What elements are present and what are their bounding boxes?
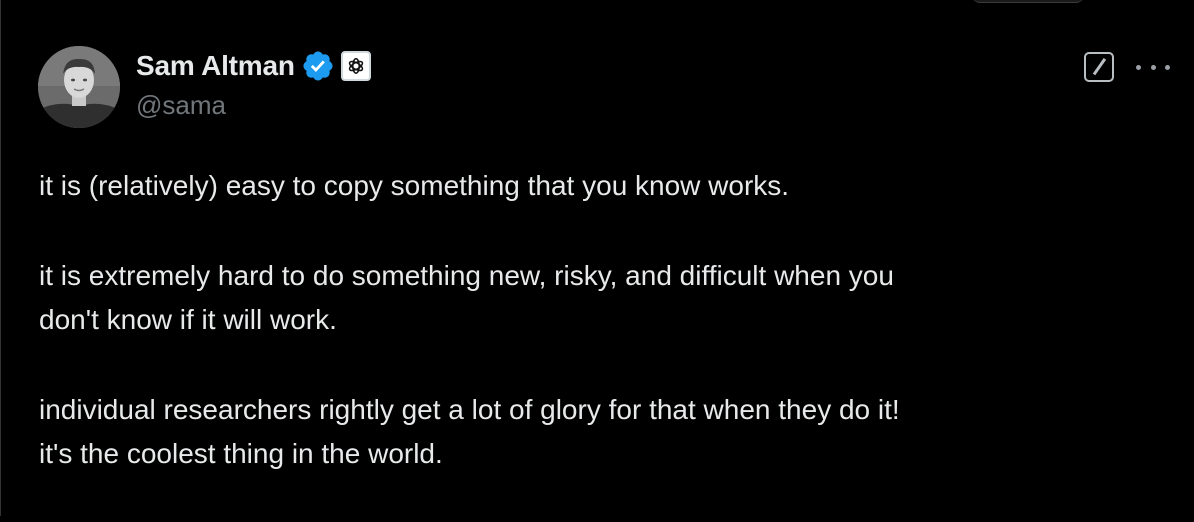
avatar[interactable] [38, 46, 120, 128]
tweet-paragraph: it is extremely hard to do something new… [39, 254, 1159, 342]
tweet-line: it is extremely hard to do something new… [39, 260, 894, 291]
tweet: Sam Altman @sama it is (relatively) easy… [0, 0, 1194, 516]
openai-logo-icon[interactable] [340, 51, 371, 81]
author-handle[interactable]: @sama [136, 90, 371, 121]
more-dot [1150, 64, 1156, 70]
tweet-line: it is (relatively) easy to copy somethin… [39, 170, 790, 201]
tweet-line: it's the coolest thing in the world. [39, 438, 443, 469]
more-dot [1136, 64, 1141, 70]
name-row: Sam Altman [136, 48, 371, 84]
profile-photo [38, 46, 120, 128]
more-options-icon[interactable] [1136, 56, 1170, 78]
more-dot [1165, 64, 1170, 70]
tweet-line: individual researchers rightly get a lot… [39, 394, 900, 425]
verified-badge-icon[interactable] [301, 49, 335, 83]
author-name[interactable]: Sam Altman [136, 50, 295, 82]
tweet-line: don't know if it will work. [39, 304, 337, 335]
tweet-paragraph: individual researchers rightly get a lot… [39, 388, 1159, 476]
grok-icon-slash [1092, 58, 1106, 75]
author-block: Sam Altman @sama [136, 48, 371, 121]
tweet-text: it is (relatively) easy to copy somethin… [39, 164, 1159, 522]
tweet-paragraph: it is (relatively) easy to copy somethin… [39, 164, 1159, 208]
grok-icon[interactable] [1084, 52, 1114, 82]
